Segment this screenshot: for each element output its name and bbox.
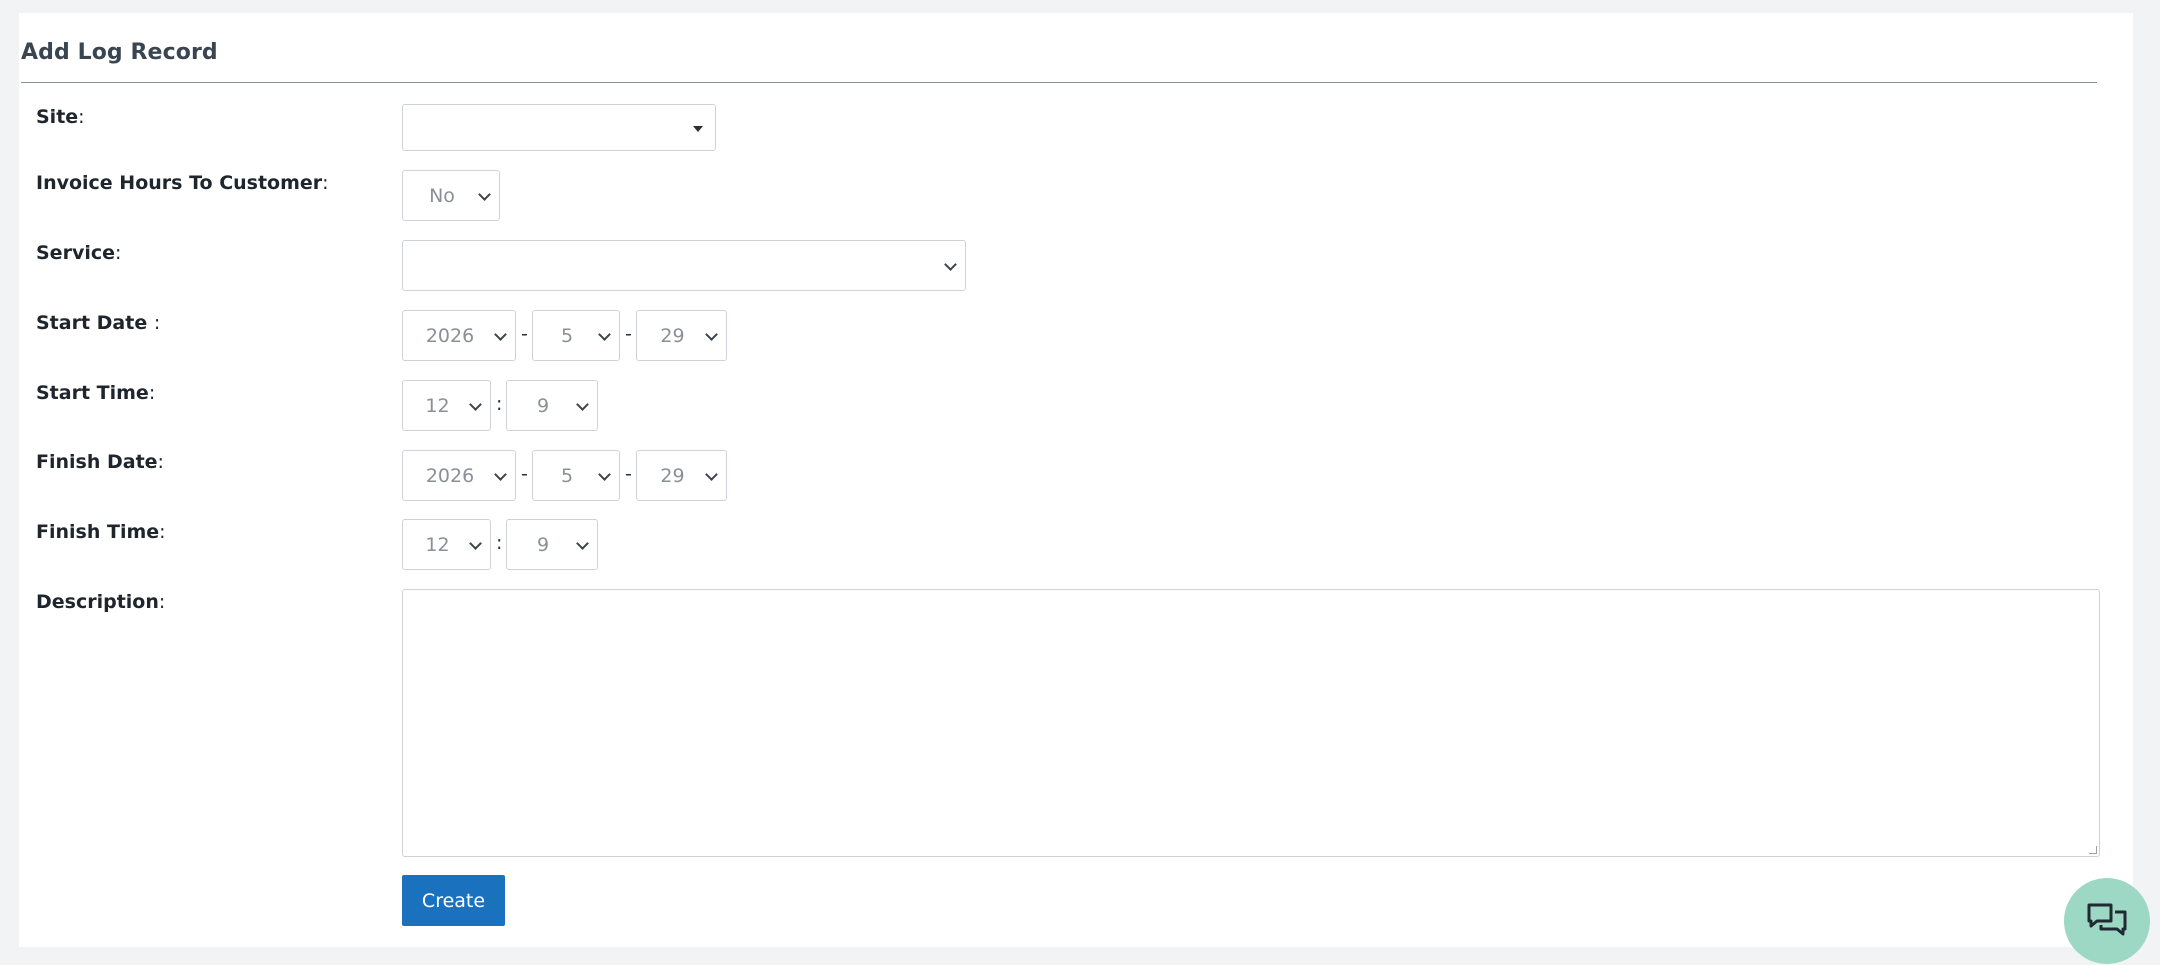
start-time-label: Start Time: [36,382,156,404]
start-time-hour-select[interactable]: 12 [402,380,491,431]
start-date-month-select[interactable]: 5 [532,310,620,361]
caret-down-icon [693,125,703,132]
finish-time-hour-select[interactable]: 12 [402,519,491,570]
start-date-label: Start Date : [36,312,161,334]
site-select[interactable] [402,104,716,151]
date-separator: - [625,323,632,345]
start-date-day-select[interactable]: 29 [636,310,727,361]
service-select[interactable] [402,240,966,291]
chat-button[interactable] [2064,878,2150,964]
page-title: Add Log Record [21,40,218,65]
time-separator: : [496,532,503,554]
service-label: Service: [36,242,122,264]
finish-date-label: Finish Date: [36,451,164,473]
date-separator: - [521,463,528,485]
chevron-down-icon [944,257,957,271]
site-label: Site: [36,106,85,128]
resize-grip-icon[interactable] [2089,846,2097,854]
chat-bubbles-icon [2087,903,2127,936]
start-time-minute-select[interactable]: 9 [506,380,598,431]
finish-date-day-select[interactable]: 29 [636,450,727,501]
date-separator: - [521,323,528,345]
finish-date-month-select[interactable]: 5 [532,450,620,501]
time-separator: : [496,393,503,415]
title-divider [21,82,2097,83]
invoice-hours-label: Invoice Hours To Customer: [36,172,329,194]
date-separator: - [625,463,632,485]
description-label: Description: [36,591,166,613]
finish-date-year-select[interactable]: 2026 [402,450,516,501]
finish-time-minute-select[interactable]: 9 [506,519,598,570]
description-textarea[interactable] [402,589,2100,857]
invoice-hours-select[interactable]: No [402,170,500,221]
start-date-year-select[interactable]: 2026 [402,310,516,361]
create-button[interactable]: Create [402,875,505,926]
finish-time-label: Finish Time: [36,521,166,543]
